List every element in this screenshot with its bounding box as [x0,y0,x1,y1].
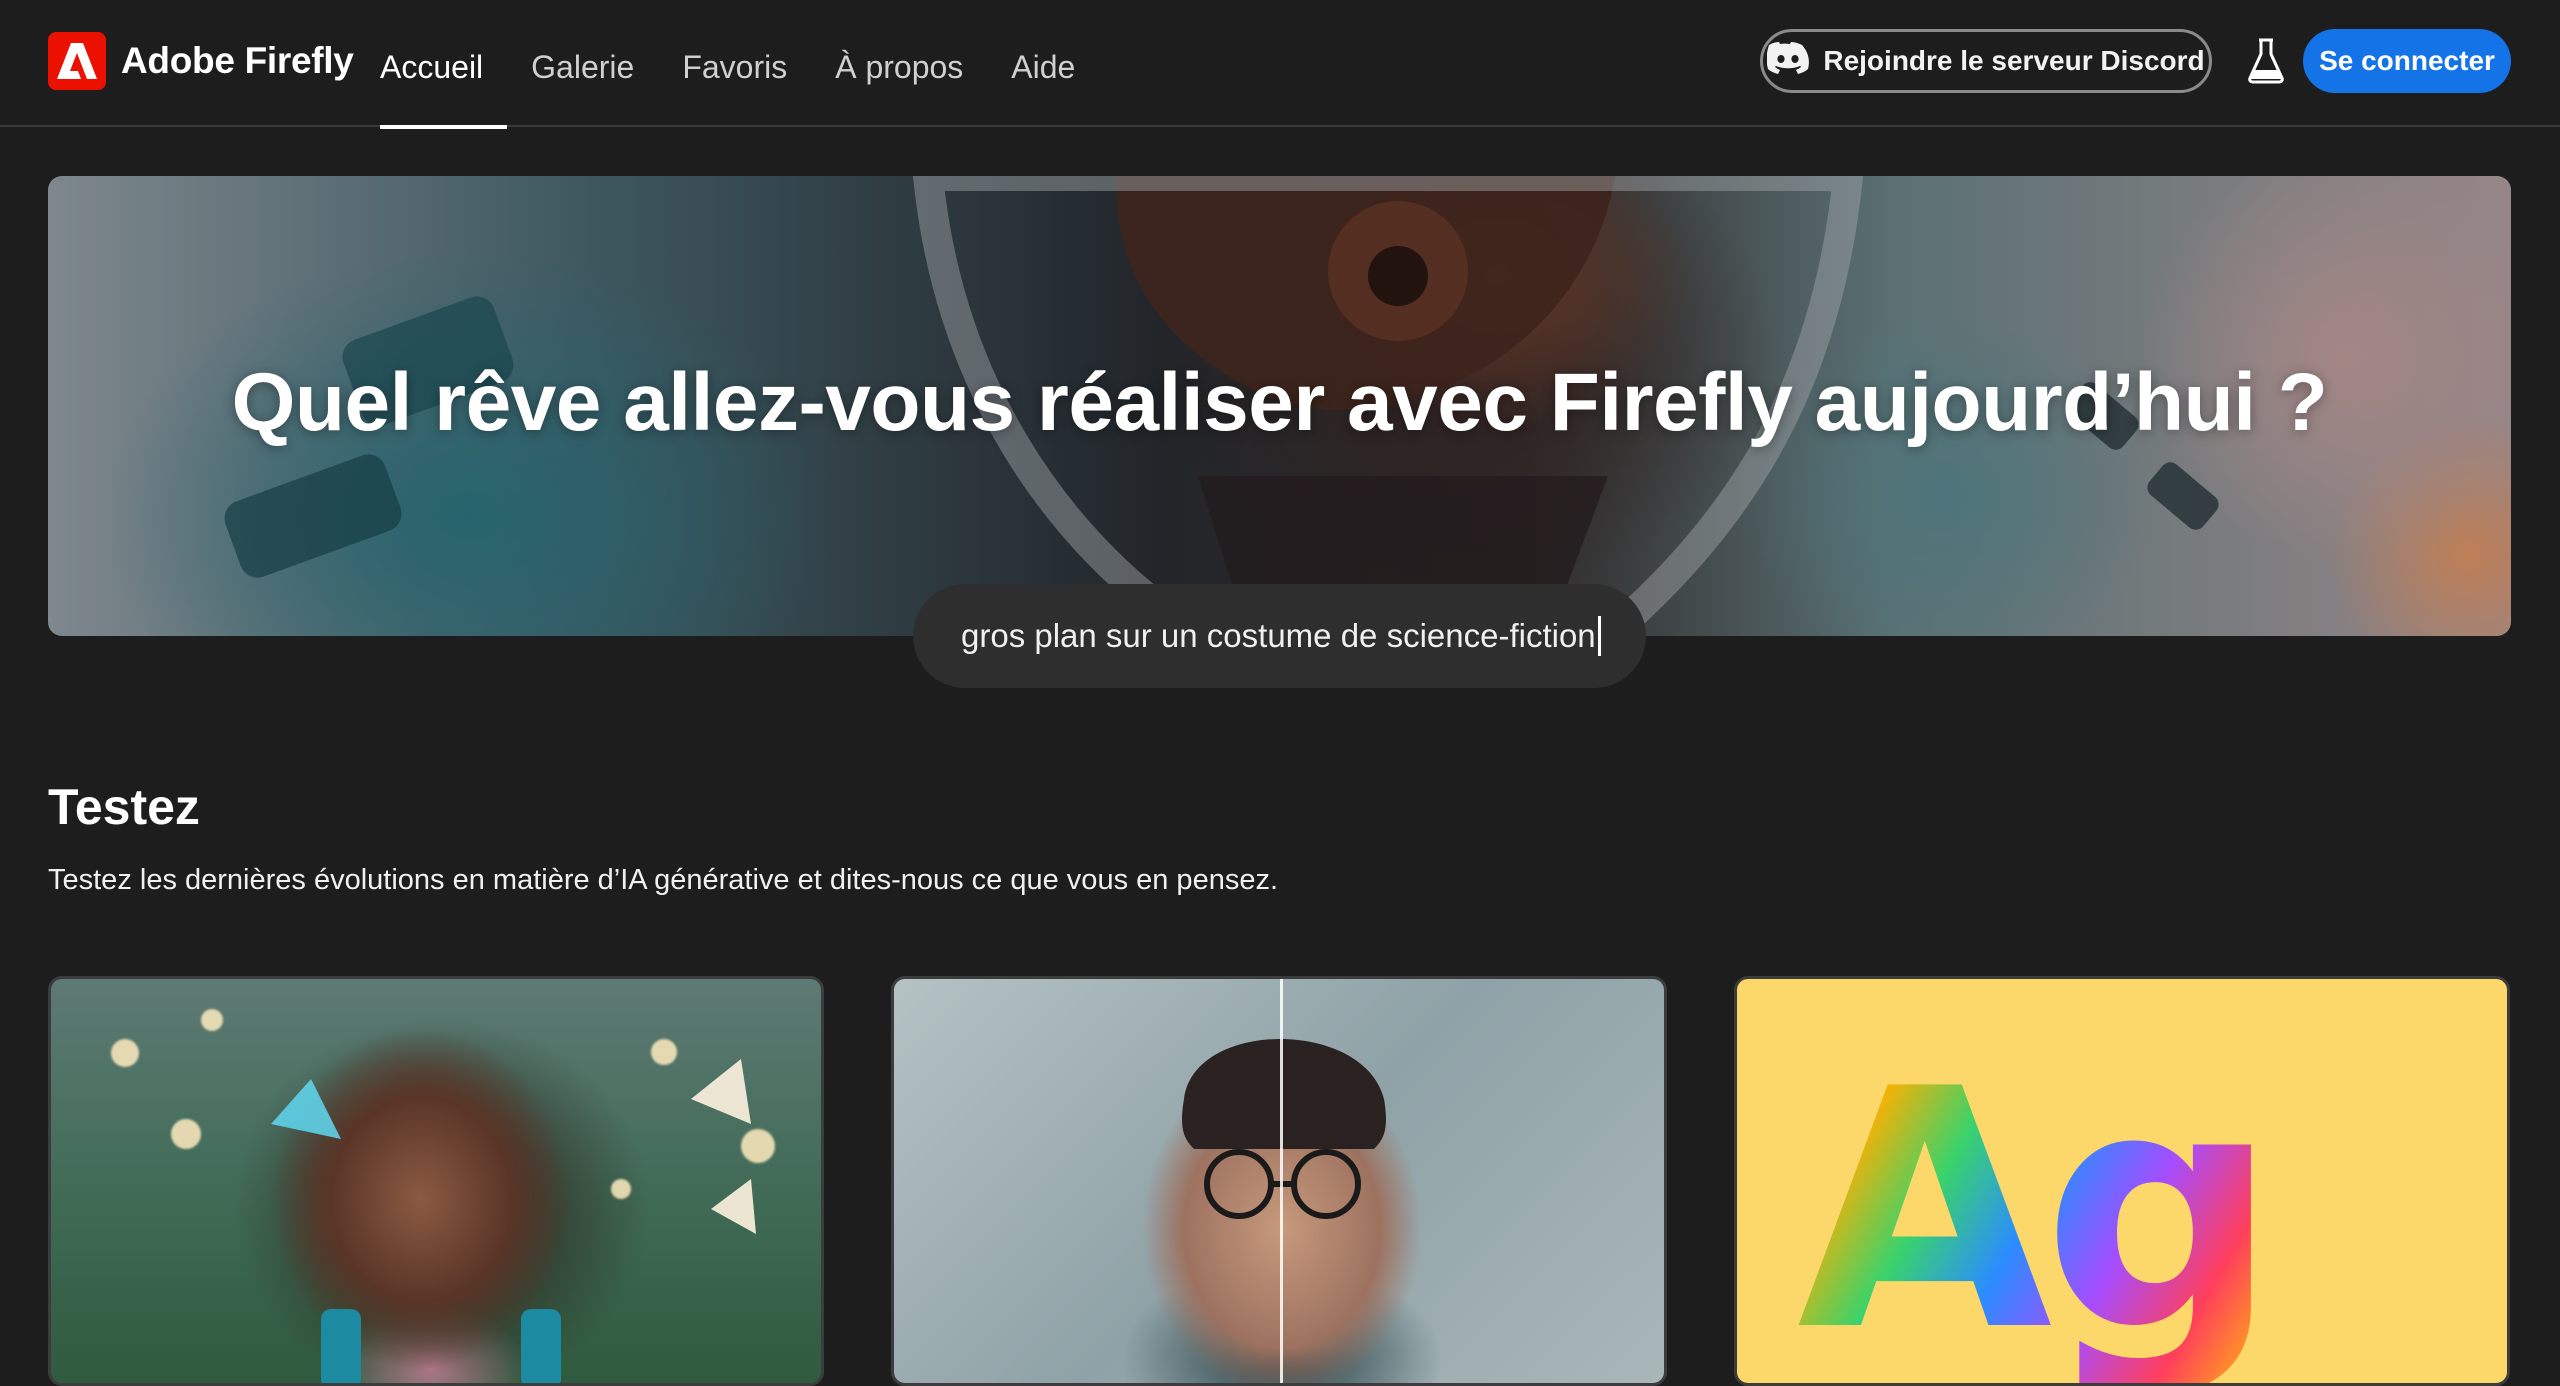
compare-divider[interactable] [1280,979,1283,1383]
nav-item-galerie[interactable]: Galerie [507,0,658,127]
prompt-input-text: gros plan sur un costume de science-fict… [961,617,1596,654]
card-text-effect[interactable]: Ag [1734,976,2510,1386]
adobe-a-icon [48,32,106,90]
discord-icon [1766,41,1810,81]
discord-button[interactable]: Rejoindre le serveur Discord [1760,29,2212,93]
brand[interactable]: Adobe Firefly [48,32,354,90]
top-navigation-bar: Adobe Firefly Accueil Galerie Favoris À … [0,0,2560,129]
text-caret [1597,616,1601,656]
flask-icon[interactable] [2246,38,2286,84]
section-title: Testez [48,779,200,835]
card-man-portrait[interactable] [891,976,1667,1386]
prompt-input[interactable]: gros plan sur un costume de science-fict… [913,584,1646,688]
ag-fur-text-effect-image: Ag [1797,1019,2279,1383]
nav-item-favoris[interactable]: Favoris [658,0,811,127]
nav-item-aide[interactable]: Aide [987,0,1099,127]
nav-item-a-propos[interactable]: À propos [811,0,987,127]
section-description: Testez les dernières évolutions en matiè… [48,864,1279,896]
girl-with-butterflies-image [271,1059,756,1383]
brand-name: Adobe Firefly [121,40,354,81]
discord-button-label: Rejoindre le serveur Discord [1823,45,2205,76]
card-girl-with-butterflies[interactable] [48,976,824,1386]
hero-title: Quel rêve allez-vous réaliser avec Firef… [231,357,2328,448]
signin-button[interactable]: Se connecter [2303,29,2511,93]
nav-item-accueil[interactable]: Accueil [380,0,508,129]
main-nav: Accueil Galerie Favoris À propos Aide [380,0,1099,129]
hero-banner: Quel rêve allez-vous réaliser avec Firef… [48,176,2511,636]
